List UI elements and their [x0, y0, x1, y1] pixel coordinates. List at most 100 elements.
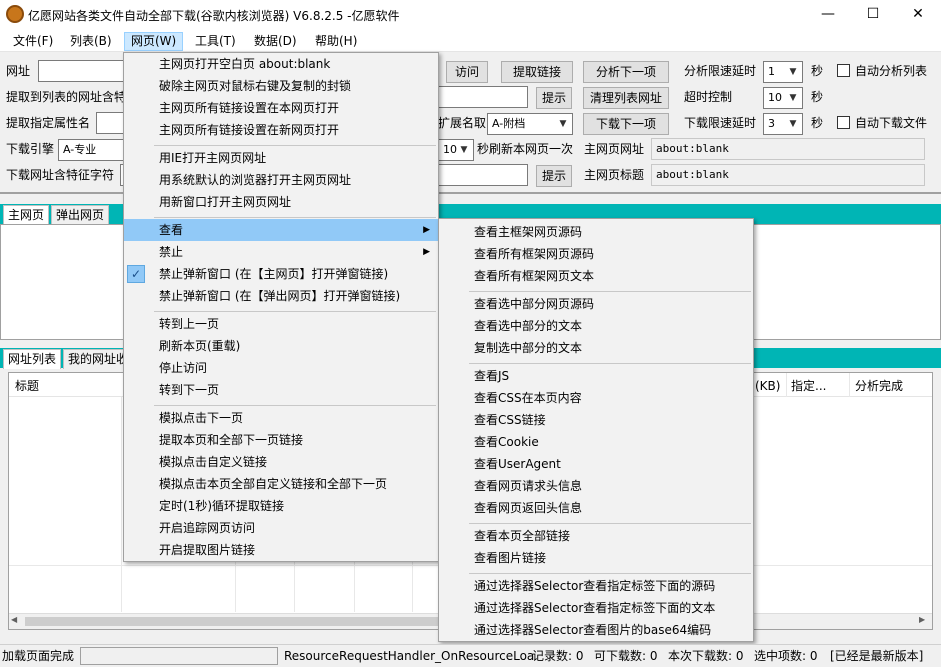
- scroll-right-icon[interactable]: ▶: [919, 615, 925, 624]
- menu-item-links-new-page[interactable]: 主网页所有链接设置在新网页打开: [124, 119, 438, 141]
- submenu-item[interactable]: 复制选中部分的文本: [439, 337, 753, 359]
- submenu-item-label: 复制选中部分的文本: [474, 341, 583, 355]
- engine-select[interactable]: A-专业: [58, 139, 128, 161]
- submenu-item[interactable]: 查看网页返回头信息: [439, 497, 753, 519]
- hint-button-2[interactable]: 提示: [536, 165, 572, 187]
- seconds-label: 秒: [811, 64, 824, 78]
- menu-item-click-custom-link[interactable]: 模拟点击自定义链接: [124, 451, 438, 473]
- column-header-title[interactable]: 标题: [15, 375, 39, 397]
- extract-filter-input[interactable]: [438, 86, 528, 108]
- main-url-field[interactable]: about:blank: [651, 138, 925, 160]
- menu-item-timed-extract[interactable]: 定时(1秒)循环提取链接: [124, 495, 438, 517]
- tab-popup-page[interactable]: 弹出网页: [51, 205, 110, 225]
- extension-select[interactable]: A-附档 ▼: [487, 113, 573, 135]
- download-next-button[interactable]: 下载下一项: [583, 113, 669, 135]
- status-bar: 加载页面完成 ResourceRequestHandler_OnResource…: [0, 644, 941, 667]
- menu-item-label: 禁止: [159, 245, 184, 259]
- chevron-down-icon: ▼: [789, 119, 797, 129]
- minimize-button[interactable]: —: [805, 0, 851, 28]
- submenu-item-label: 查看选中部分网页源码: [474, 297, 595, 311]
- menu-item-extract-images[interactable]: 开启提取图片链接: [124, 539, 438, 561]
- menu-item-reload[interactable]: 刷新本页(重载): [124, 335, 438, 357]
- extract-links-button[interactable]: 提取链接: [501, 61, 573, 83]
- submenu-item[interactable]: 查看主框架网页源码: [439, 221, 753, 243]
- menu-item-open-default-browser[interactable]: 用系统默认的浏览器打开主网页网址: [124, 169, 438, 191]
- column-header-analyzed[interactable]: 分析完成: [855, 375, 903, 397]
- menu-item-extract-all-pages[interactable]: 提取本页和全部下一页链接: [124, 429, 438, 451]
- submenu-item[interactable]: 查看选中部分网页源码: [439, 293, 753, 315]
- menu-help[interactable]: 帮助(H): [309, 32, 363, 51]
- submenu-item-label: 查看主框架网页源码: [474, 225, 583, 239]
- menu-item-forbid[interactable]: 禁止 ▶: [124, 241, 438, 263]
- submenu-item[interactable]: 查看Cookie: [439, 431, 753, 453]
- close-button[interactable]: ✕: [895, 0, 941, 28]
- submenu-item[interactable]: 查看网页请求头信息: [439, 475, 753, 497]
- url-label: 网址: [6, 64, 31, 78]
- menu-item-label: 模拟点击自定义链接: [159, 455, 268, 469]
- submenu-item[interactable]: 通过选择器Selector查看指定标签下面的源码: [439, 575, 753, 597]
- main-url-label: 主网页网址: [584, 142, 645, 156]
- visit-button[interactable]: 访问: [446, 61, 488, 83]
- hint-button[interactable]: 提示: [536, 87, 572, 109]
- submenu-item-label: 查看CSS在本页内容: [474, 391, 582, 405]
- download-filter-input-2[interactable]: [438, 164, 528, 186]
- menu-item-open-new-window[interactable]: 用新窗口打开主网页网址: [124, 191, 438, 213]
- tab-url-list[interactable]: 网址列表: [3, 349, 62, 369]
- menu-item-label: 模拟点击本页全部自定义链接和全部下一页: [159, 477, 388, 491]
- menu-item-stop[interactable]: 停止访问: [124, 357, 438, 379]
- main-title-field[interactable]: about:blank: [651, 164, 925, 186]
- refresh-interval-select[interactable]: 10 ▼: [438, 139, 474, 161]
- menu-data[interactable]: 数据(D): [248, 32, 303, 51]
- submenu-item[interactable]: 查看所有框架网页源码: [439, 243, 753, 265]
- submenu-item[interactable]: 查看选中部分的文本: [439, 315, 753, 337]
- column-header-specified[interactable]: 指定...: [791, 375, 826, 397]
- refresh-interval-value: 10: [443, 143, 457, 156]
- auto-download-checkbox[interactable]: [837, 116, 850, 132]
- column-header-size[interactable]: (KB): [755, 375, 780, 397]
- menu-separator: [469, 363, 751, 364]
- menu-item-go-forward[interactable]: 转到下一页: [124, 379, 438, 401]
- menu-item-block-popup-popup[interactable]: 禁止弹新窗口 (在【弹出网页】打开弹窗链接): [124, 285, 438, 307]
- menu-item-label: 转到下一页: [159, 383, 220, 397]
- menu-item-view[interactable]: 查看 ▶: [124, 219, 438, 241]
- submenu-item[interactable]: 查看所有框架网页文本: [439, 265, 753, 287]
- timeout-select[interactable]: 10 ▼: [763, 87, 803, 109]
- menu-tools[interactable]: 工具(T): [189, 32, 242, 51]
- menu-item-open-in-ie[interactable]: 用IE打开主网页网址: [124, 147, 438, 169]
- menu-item-label: 开启提取图片链接: [159, 543, 256, 557]
- menu-list[interactable]: 列表(B): [64, 32, 118, 51]
- submenu-item[interactable]: 查看JS: [439, 365, 753, 387]
- refresh-label: 秒刷新本网页一次: [477, 142, 574, 156]
- submenu-item[interactable]: 查看图片链接: [439, 547, 753, 569]
- auto-analyze-checkbox[interactable]: [837, 64, 850, 80]
- menu-item-click-all-custom[interactable]: 模拟点击本页全部自定义链接和全部下一页: [124, 473, 438, 495]
- submenu-item[interactable]: 查看CSS在本页内容: [439, 387, 753, 409]
- submenu-item[interactable]: 通过选择器Selector查看图片的base64编码: [439, 619, 753, 641]
- menu-item-unlock-right-click[interactable]: 破除主网页对鼠标右键及复制的封锁: [124, 75, 438, 97]
- submenu-item-label: 查看选中部分的文本: [474, 319, 583, 333]
- submenu-item[interactable]: 查看本页全部链接: [439, 525, 753, 547]
- maximize-button[interactable]: ☐: [850, 0, 896, 28]
- download-delay-select[interactable]: 3 ▼: [763, 113, 803, 135]
- menu-item-block-popup-main[interactable]: ✓ 禁止弹新窗口 (在【主网页】打开弹窗链接): [124, 263, 438, 285]
- menu-item-go-back[interactable]: 转到上一页: [124, 313, 438, 335]
- menu-item-open-blank[interactable]: 主网页打开空白页 about:blank: [124, 53, 438, 75]
- url-input[interactable]: [38, 60, 128, 82]
- menu-item-label: 用新窗口打开主网页网址: [159, 195, 292, 209]
- menu-item-links-same-page[interactable]: 主网页所有链接设置在本网页打开: [124, 97, 438, 119]
- menu-item-track-visits[interactable]: 开启追踪网页访问: [124, 517, 438, 539]
- submenu-item[interactable]: 通过选择器Selector查看指定标签下面的文本: [439, 597, 753, 619]
- clear-list-button[interactable]: 清理列表网址: [583, 87, 669, 109]
- menu-file[interactable]: 文件(F): [7, 32, 59, 51]
- menu-item-click-next-page[interactable]: 模拟点击下一页: [124, 407, 438, 429]
- menu-webpage[interactable]: 网页(W): [124, 32, 184, 51]
- analyze-delay-select[interactable]: 1 ▼: [763, 61, 803, 83]
- analyze-next-button[interactable]: 分析下一项: [583, 61, 669, 83]
- status-record-count: 记录数: 0: [532, 649, 584, 663]
- submenu-item[interactable]: 查看CSS链接: [439, 409, 753, 431]
- tab-main-page[interactable]: 主网页: [3, 205, 50, 225]
- submenu-item[interactable]: 查看UserAgent: [439, 453, 753, 475]
- scroll-left-icon[interactable]: ◀: [11, 615, 17, 624]
- status-version: [已经是最新版本]: [830, 649, 924, 663]
- extension-value: A-附档: [492, 117, 526, 130]
